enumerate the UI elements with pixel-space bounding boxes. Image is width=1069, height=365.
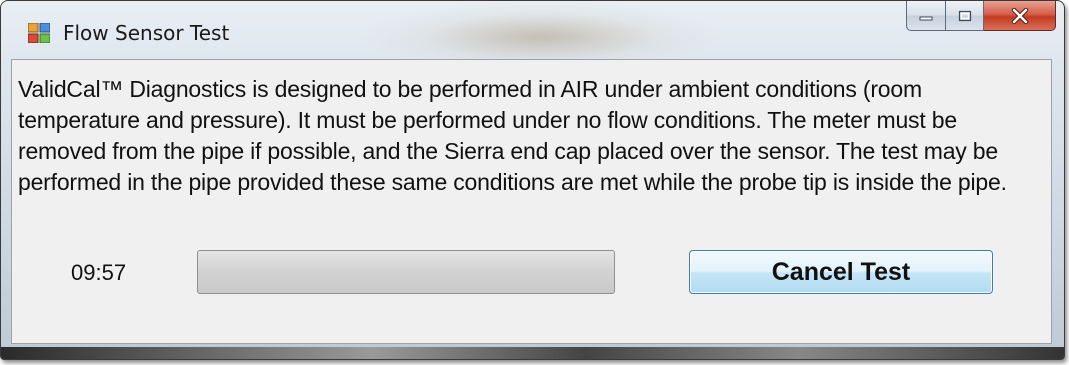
form-icon[interactable] (27, 22, 51, 44)
caption-buttons (906, 1, 1056, 31)
title-bar[interactable]: Flow Sensor Test (1, 1, 1064, 55)
close-button[interactable] (984, 1, 1056, 31)
minimize-icon (919, 16, 933, 20)
window-title: Flow Sensor Test (63, 21, 230, 45)
countdown-timer: 09:57 (71, 260, 127, 285)
maximize-icon (958, 10, 971, 21)
maximize-button[interactable] (946, 1, 984, 31)
dialog-content: ValidCal™ Diagnostics is designed to be … (11, 59, 1052, 344)
instructions-text: ValidCal™ Diagnostics is designed to be … (18, 76, 1007, 195)
cancel-test-button[interactable]: Cancel Test (689, 250, 993, 294)
test-progress-bar (197, 250, 615, 294)
minimize-button[interactable] (906, 1, 946, 31)
flow-sensor-test-window: Flow Sensor Test ValidCal™ Diagnostics i… (0, 0, 1065, 360)
close-icon (1011, 7, 1028, 24)
